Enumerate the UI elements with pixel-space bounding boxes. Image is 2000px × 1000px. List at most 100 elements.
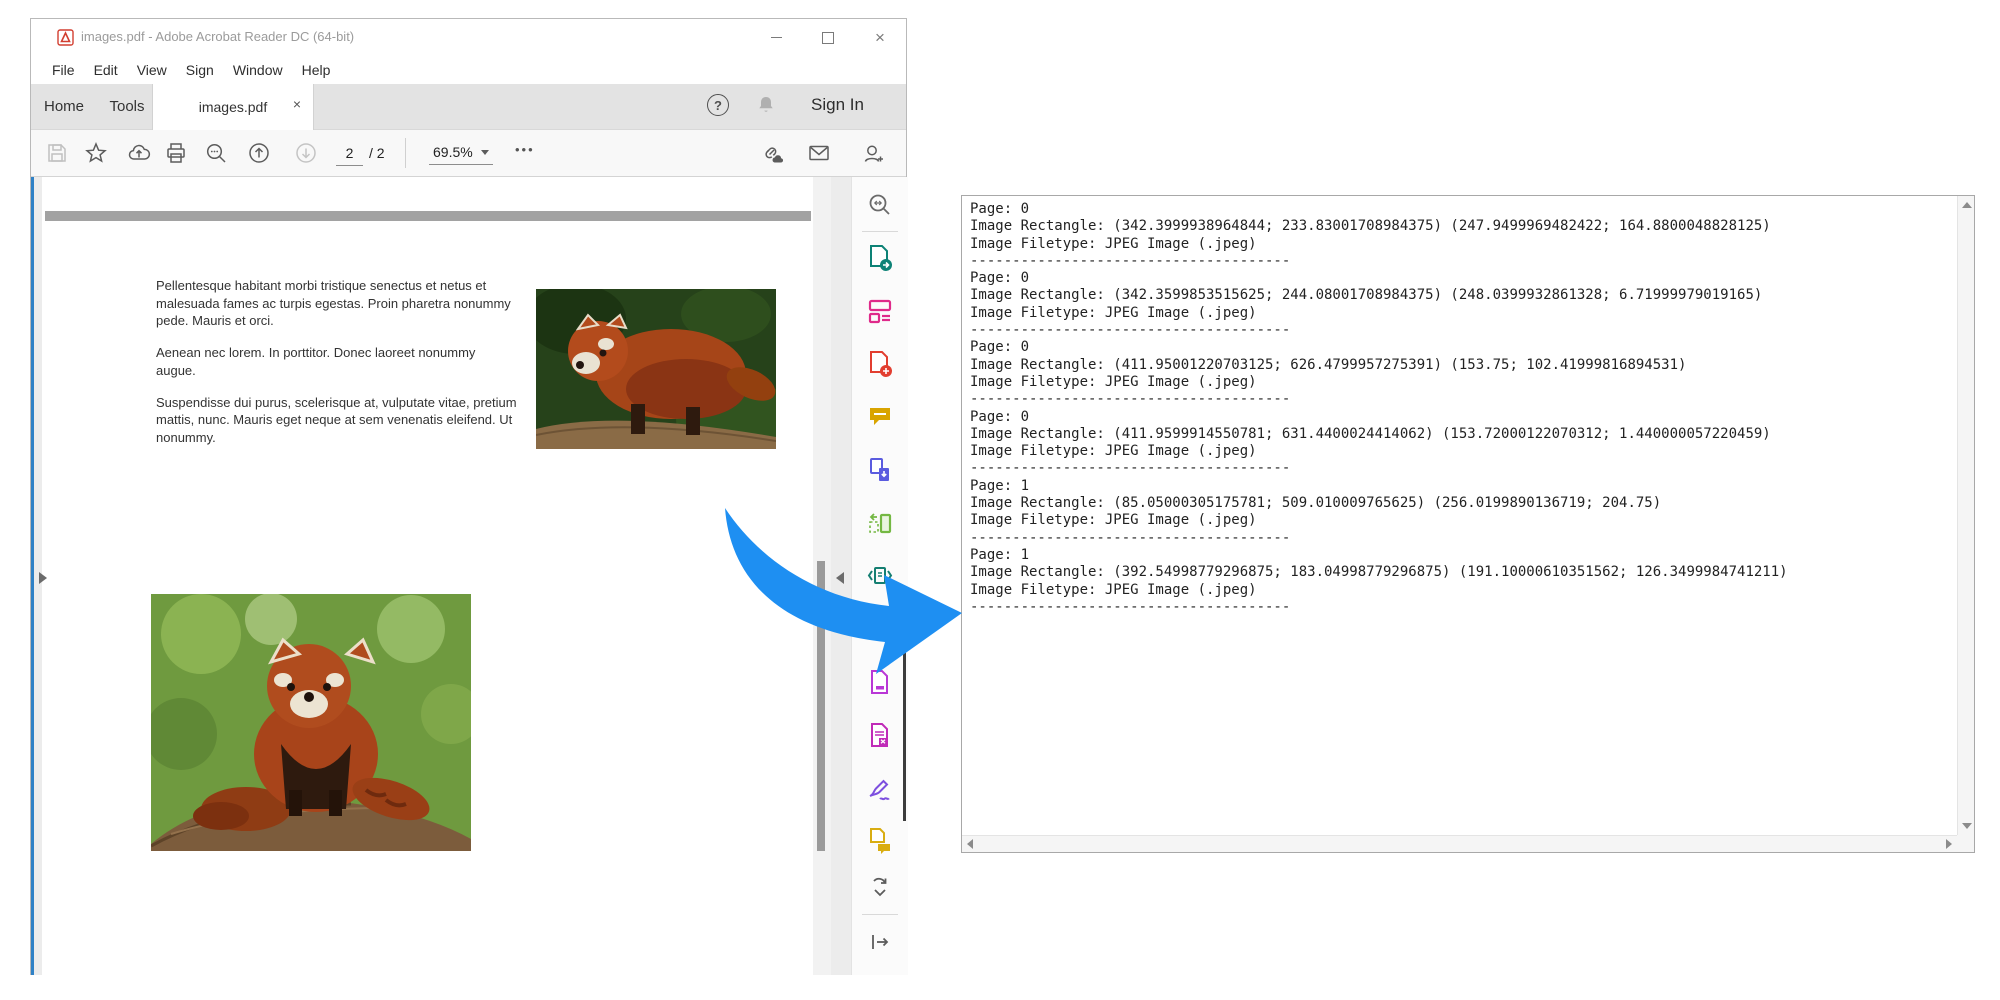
scroll-right-icon[interactable] <box>1946 839 1952 849</box>
output-line: Image Filetype: JPEG Image (.jpeg) <box>970 236 1949 253</box>
menubar: File Edit View Sign Window Help <box>31 56 906 84</box>
output-divider-line: -------------------------------------- <box>970 530 1949 547</box>
collapse-tools-panel-arrow[interactable] <box>836 572 844 584</box>
screenshot-stage: images.pdf - Adobe Acrobat Reader DC (64… <box>0 0 2000 1000</box>
tab-tools[interactable]: Tools <box>97 84 157 129</box>
expand-nav-panel-arrow[interactable] <box>39 572 47 584</box>
scroll-down-icon[interactable] <box>1962 823 1972 829</box>
scroll-left-icon[interactable] <box>967 839 973 849</box>
organize-pages-tool-icon[interactable] <box>867 509 893 537</box>
toolbar: 2 / 2 69.5% ••• <box>31 129 906 177</box>
output-vertical-scrollbar[interactable] <box>1957 196 1974 835</box>
output-divider-line: -------------------------------------- <box>970 599 1949 616</box>
titlebar[interactable]: images.pdf - Adobe Acrobat Reader DC (64… <box>31 19 906 56</box>
page-number-input[interactable]: 2 <box>336 140 363 166</box>
help-icon[interactable]: ? <box>707 94 729 116</box>
compress-pdf-tool-icon[interactable] <box>867 562 893 590</box>
share-link-icon[interactable] <box>759 141 783 165</box>
zoom-level-dropdown[interactable]: 69.5% <box>429 140 493 165</box>
email-icon[interactable] <box>807 141 831 165</box>
create-pdf-tool-icon[interactable] <box>867 350 893 378</box>
redact-tool-icon[interactable] <box>867 615 893 643</box>
scroll-up-icon[interactable] <box>1962 202 1972 208</box>
edit-pdf-tool-icon[interactable] <box>867 297 893 325</box>
document-scrollbar-thumb[interactable] <box>817 561 825 851</box>
maximize-icon <box>822 32 834 44</box>
document-scrollbar[interactable] <box>813 177 831 975</box>
menu-file[interactable]: File <box>52 62 75 78</box>
menu-help[interactable]: Help <box>302 62 331 78</box>
output-panel: Page: 0Image Rectangle: (342.39999389648… <box>961 195 1975 853</box>
output-line: Image Rectangle: (392.54998779296875; 18… <box>970 564 1949 581</box>
menu-window[interactable]: Window <box>233 62 283 78</box>
output-line: Image Filetype: JPEG Image (.jpeg) <box>970 582 1949 599</box>
menu-view[interactable]: View <box>137 62 167 78</box>
more-tools-icon[interactable] <box>867 874 893 902</box>
document-area: Pellentesque habitant morbi tristique se… <box>31 177 906 975</box>
tab-home[interactable]: Home <box>31 84 97 129</box>
open-tools-panel-icon[interactable] <box>867 929 893 957</box>
maximize-button[interactable] <box>802 19 854 56</box>
chevron-down-icon <box>481 150 489 155</box>
previous-page-icon[interactable] <box>247 141 271 165</box>
comment-tool-icon[interactable] <box>867 403 893 431</box>
window-title: images.pdf - Adobe Acrobat Reader DC (64… <box>81 29 354 44</box>
tab-document[interactable]: images.pdf × <box>152 84 314 130</box>
scrollbar-corner <box>1957 835 1974 852</box>
print-icon[interactable] <box>164 141 188 165</box>
output-line: Image Rectangle: (342.3599853515625; 244… <box>970 287 1949 304</box>
output-line: Image Filetype: JPEG Image (.jpeg) <box>970 443 1949 460</box>
combine-files-tool-icon[interactable] <box>867 456 893 484</box>
cloud-upload-icon[interactable] <box>127 141 151 165</box>
menu-sign[interactable]: Sign <box>186 62 214 78</box>
page-total-label: / 2 <box>369 145 385 161</box>
prepare-form-tool-icon[interactable] <box>867 721 893 749</box>
add-person-icon[interactable] <box>861 141 885 165</box>
zoom-level-value: 69.5% <box>433 144 473 160</box>
pdf-paragraphs: Pellentesque habitant morbi tristique se… <box>156 277 518 461</box>
rail-divider <box>862 231 898 232</box>
request-signatures-tool-icon[interactable] <box>867 827 893 855</box>
sign-in-button[interactable]: Sign In <box>811 95 864 115</box>
export-pdf-tool-icon[interactable] <box>867 244 893 272</box>
fill-sign-tool-icon[interactable] <box>867 774 893 802</box>
menu-edit[interactable]: Edit <box>94 62 118 78</box>
window-accent-edge <box>31 177 34 975</box>
minimize-button[interactable] <box>750 19 802 56</box>
scan-ocr-tool-icon[interactable] <box>867 668 893 696</box>
acrobat-window: images.pdf - Adobe Acrobat Reader DC (64… <box>30 18 907 975</box>
rail-scrollbar-thumb[interactable] <box>903 641 906 821</box>
output-line: Image Rectangle: (85.05000305175781; 509… <box>970 495 1949 512</box>
save-icon[interactable] <box>45 141 69 165</box>
minimize-icon <box>771 37 782 38</box>
output-text[interactable]: Page: 0Image Rectangle: (342.39999389648… <box>962 196 1957 835</box>
output-line: Image Rectangle: (411.95001220703125; 62… <box>970 357 1949 374</box>
output-divider-line: -------------------------------------- <box>970 253 1949 270</box>
notifications-bell-icon[interactable] <box>754 93 778 117</box>
close-icon: × <box>875 29 885 46</box>
find-zoom-tool-icon[interactable] <box>867 192 893 220</box>
output-line: Page: 1 <box>970 478 1949 495</box>
tools-rail <box>851 177 908 975</box>
pdf-paragraph: Suspendisse dui purus, scelerisque at, v… <box>156 394 518 447</box>
toolbar-divider <box>405 138 406 168</box>
output-divider-line: -------------------------------------- <box>970 322 1949 339</box>
red-panda-photo-bottom <box>151 594 471 851</box>
more-tools-ellipsis-icon[interactable]: ••• <box>515 142 535 157</box>
pdf-paragraph: Pellentesque habitant morbi tristique se… <box>156 277 518 330</box>
favorites-star-icon[interactable] <box>84 141 108 165</box>
red-panda-photo-top <box>536 289 776 449</box>
output-horizontal-scrollbar[interactable] <box>962 835 1957 852</box>
output-line: Page: 0 <box>970 339 1949 356</box>
tab-close-icon[interactable]: × <box>293 97 301 111</box>
output-line: Image Rectangle: (411.9599914550781; 631… <box>970 426 1949 443</box>
search-icon[interactable] <box>204 141 228 165</box>
rail-divider <box>862 914 898 915</box>
output-line: Image Filetype: JPEG Image (.jpeg) <box>970 305 1949 322</box>
output-line: Image Filetype: JPEG Image (.jpeg) <box>970 512 1949 529</box>
output-divider-line: -------------------------------------- <box>970 460 1949 477</box>
output-line: Page: 0 <box>970 409 1949 426</box>
next-page-icon[interactable] <box>294 141 318 165</box>
output-divider-line: -------------------------------------- <box>970 391 1949 408</box>
close-button[interactable]: × <box>854 19 906 56</box>
